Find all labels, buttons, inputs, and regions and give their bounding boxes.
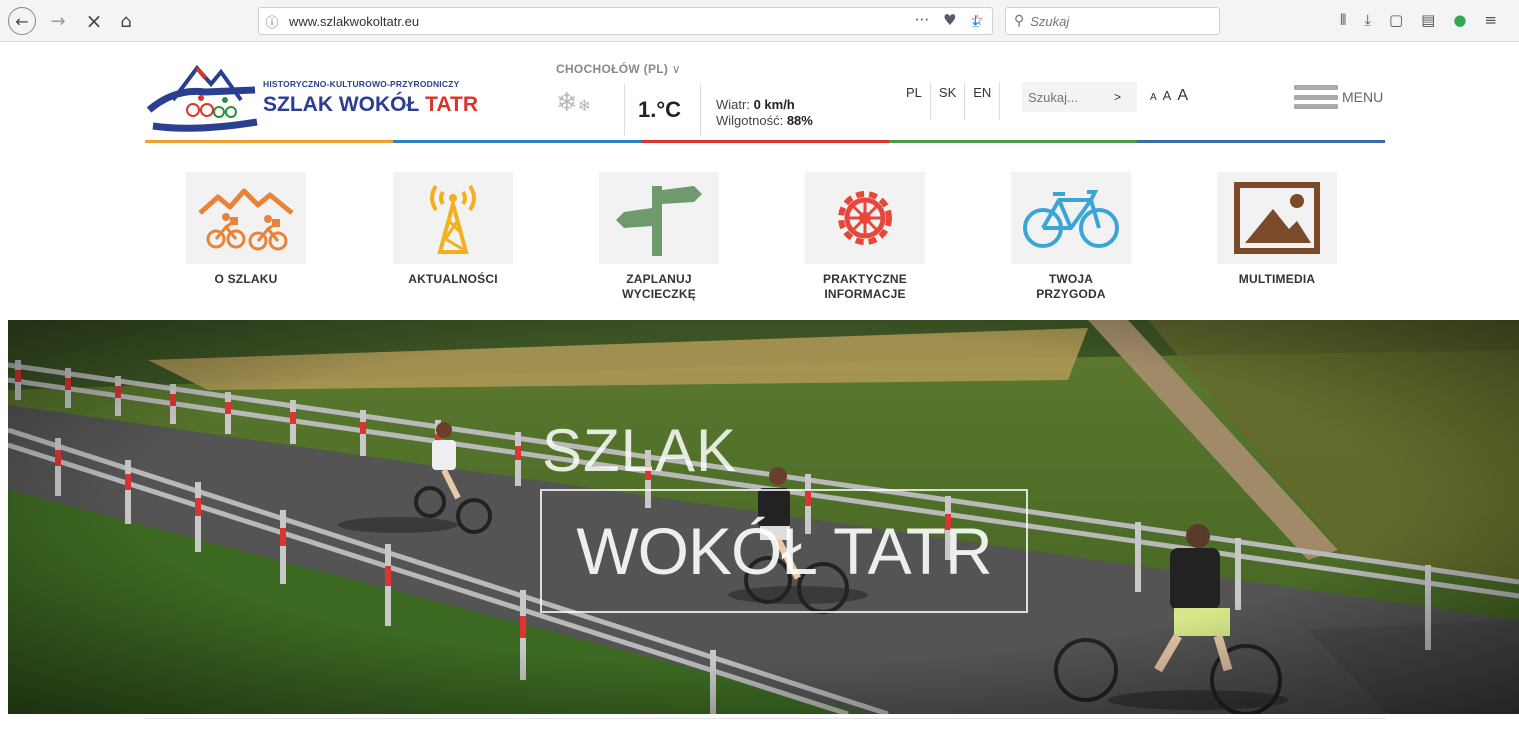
library-icon[interactable]: ⫴ (1340, 11, 1346, 29)
category-tile[interactable] (186, 172, 306, 264)
category-praktyczne[interactable]: PRAKTYCZNE INFORMACJE (785, 172, 945, 302)
category-label-line2: WYCIECZKĘ (622, 287, 696, 301)
category-tile[interactable] (1011, 172, 1131, 264)
logo-subtitle: HISTORYCZNO-KULTUROWO-PRZYRODNICZY (263, 79, 460, 89)
site-search: > (1022, 82, 1137, 112)
signpost-icon (616, 186, 702, 256)
hero-title-frame: WOKÓŁ TATR (540, 489, 1028, 613)
category-label-line2: INFORMACJE (824, 287, 906, 301)
address-bar[interactable]: ⓘ www.szlakwokoltatr.eu ··· ♥ ☆ (258, 7, 993, 35)
divider (700, 84, 701, 136)
snow-icon: ❄❄ (556, 88, 592, 118)
forward-arrow-icon[interactable]: → (47, 8, 69, 34)
category-o-szlaku[interactable]: O SZLAKU (166, 172, 326, 287)
category-twoja-przygoda[interactable]: TWOJA PRZYGODA (991, 172, 1151, 302)
page-actions-icon[interactable]: ··· (915, 11, 929, 29)
search-icon: ⚲ (1014, 13, 1025, 29)
lang-pl[interactable]: PL (898, 82, 931, 120)
divider (624, 84, 625, 136)
weather-location: CHOCHOŁÓW (PL) (556, 62, 669, 76)
category-label: O SZLAKU (214, 272, 278, 286)
sidebar-icon[interactable]: ▢ (1389, 11, 1403, 29)
wind-value: 0 km/h (753, 97, 795, 112)
downloads-icon[interactable]: ⤓ (1364, 11, 1371, 29)
bicycle-icon (1023, 190, 1119, 248)
mountain-cyclists-icon (198, 188, 294, 251)
pocket-icon[interactable]: ♥ (943, 11, 956, 29)
logo-title-accent: TATR (425, 93, 479, 116)
home-icon[interactable]: ⌂ (114, 8, 138, 34)
url-text[interactable]: www.szlakwokoltatr.eu (285, 14, 419, 29)
gear-icon (838, 191, 892, 245)
download-icon[interactable]: ⤓ (972, 11, 979, 31)
back-arrow-icon[interactable]: ← (8, 7, 36, 35)
menu-button[interactable]: MENU (1294, 82, 1383, 112)
header-color-line (145, 140, 1385, 143)
category-tile[interactable] (1217, 172, 1337, 264)
category-tile[interactable] (599, 172, 719, 264)
mountain-cyclists-logo-icon (146, 64, 258, 132)
category-tile[interactable] (805, 172, 925, 264)
font-size-small[interactable]: A (1150, 92, 1157, 103)
font-size-large[interactable]: A (1177, 87, 1188, 105)
radio-tower-icon (430, 184, 476, 254)
wind-humidity: Wiatr: 0 km/h Wilgotność: 88% (716, 97, 813, 129)
font-size-medium[interactable]: A (1163, 88, 1172, 103)
category-label: MULTIMEDIA (1238, 272, 1316, 286)
logo-title: SZLAK WOKÓŁ TATR (263, 93, 478, 117)
category-tile[interactable] (393, 172, 513, 264)
font-size-switcher: A A A (1150, 87, 1188, 105)
hamburger-icon (1294, 82, 1338, 112)
lang-en[interactable]: EN (965, 82, 1001, 120)
category-label: ZAPLANUJ (626, 272, 692, 286)
search-submit-button[interactable]: > (1114, 90, 1121, 104)
category-label-line2: PRZYGODA (1036, 287, 1106, 301)
menu-label: MENU (1342, 89, 1384, 105)
hero-title-bottom: WOKÓŁ TATR (576, 514, 992, 588)
browser-toolbar: ← → × ⌂ ⓘ www.szlakwokoltatr.eu ··· ♥ ☆ … (0, 0, 1519, 42)
hero-banner[interactable]: SZLAK WOKÓŁ TATR (8, 320, 1519, 714)
site-info-icon[interactable]: ⓘ (259, 12, 285, 31)
category-multimedia[interactable]: MULTIMEDIA (1197, 172, 1357, 287)
humidity-value: 88% (786, 113, 813, 128)
wind-label: Wiatr: (716, 97, 754, 112)
site-search-input[interactable] (1028, 89, 1108, 105)
category-zaplanuj[interactable]: ZAPLANUJ WYCIECZKĘ (579, 172, 739, 302)
humidity-label: Wilgotność: (716, 113, 787, 128)
category-aktualnosci[interactable]: AKTUALNOŚCI (373, 172, 533, 287)
divider (145, 718, 1385, 719)
language-switcher: PL SK EN (898, 82, 1001, 120)
chevron-down-icon: ∨ (671, 62, 681, 76)
category-label: AKTUALNOŚCI (408, 272, 498, 286)
weather-location-select[interactable]: CHOCHOŁÓW (PL) ∨ (556, 62, 681, 76)
reader-icon[interactable]: ▤ (1421, 11, 1435, 29)
browser-search-input[interactable] (1030, 13, 1201, 29)
temperature: 1.°C (638, 97, 682, 122)
extension-icon[interactable]: ● (1453, 11, 1466, 29)
picture-icon (1234, 182, 1320, 254)
browser-search-bar[interactable]: ⚲ (1005, 7, 1220, 35)
hamburger-menu-icon[interactable]: ≡ (1484, 11, 1497, 29)
site-logo[interactable]: HISTORYCZNO-KULTUROWO-PRZYRODNICZY SZLAK… (145, 60, 495, 132)
category-label: PRAKTYCZNE (822, 272, 907, 286)
hero-title-top: SZLAK (542, 417, 738, 484)
lang-sk[interactable]: SK (931, 82, 966, 120)
category-label: TWOJA (1048, 272, 1094, 286)
logo-title-main: SZLAK WOKÓŁ (263, 93, 426, 116)
stop-loading-icon[interactable]: × (83, 8, 105, 34)
